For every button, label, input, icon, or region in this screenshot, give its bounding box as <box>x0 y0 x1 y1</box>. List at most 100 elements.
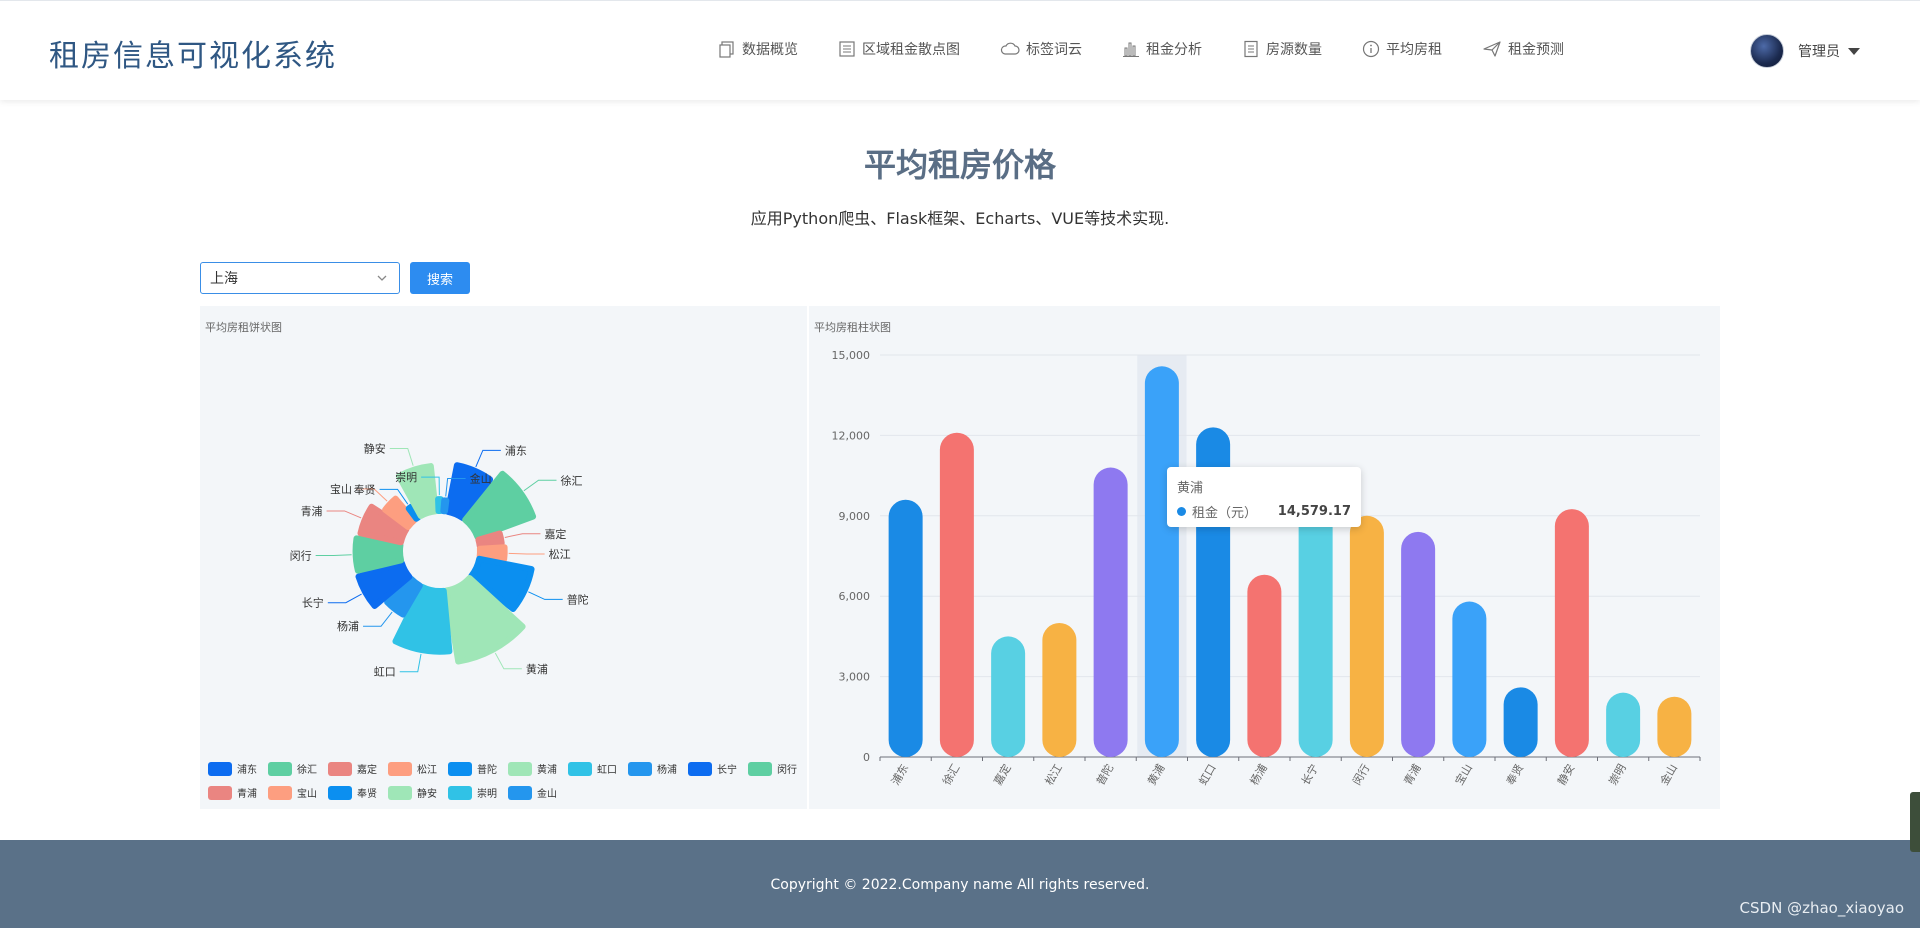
y-tick-label: 9,000 <box>839 510 871 523</box>
legend-label: 嘉定 <box>357 765 377 776</box>
watermark: CSDN @zhao_xiaoyao <box>1739 899 1904 917</box>
legend-label: 长宁 <box>717 765 737 776</box>
bar[interactable] <box>1042 623 1077 757</box>
bar[interactable] <box>1093 467 1128 757</box>
legend-label: 浦东 <box>237 765 257 776</box>
bar[interactable] <box>1554 509 1589 757</box>
nav-item-overview[interactable]: 数据概览 <box>718 39 798 59</box>
pie-label: 宝山 <box>330 482 352 496</box>
legend-label: 奉贤 <box>357 789 377 800</box>
nav-item-rent-analysis[interactable]: 租金分析 <box>1122 39 1202 59</box>
pie-label: 长宁 <box>302 596 324 610</box>
cloud-icon <box>1000 42 1020 55</box>
series-dot-icon <box>1177 507 1186 516</box>
pie-slice[interactable] <box>440 497 450 515</box>
bar[interactable] <box>1401 531 1436 757</box>
legend-item[interactable]: 奉贤 <box>328 785 377 800</box>
pie-label-line <box>399 653 422 673</box>
pie-label-line <box>315 554 352 557</box>
legend-item[interactable]: 闵行 <box>748 761 797 776</box>
bar-chart-icon <box>1123 42 1139 57</box>
caret-down-icon[interactable] <box>1848 47 1860 55</box>
x-tick-label: 松江 <box>1042 762 1065 788</box>
city-select-value: 上海 <box>210 271 238 287</box>
x-tick-label: 闵行 <box>1349 762 1372 788</box>
pie-label: 奉贤 <box>354 482 376 496</box>
bar[interactable] <box>1247 574 1282 757</box>
bar[interactable] <box>991 636 1026 757</box>
bar[interactable] <box>1657 696 1692 757</box>
copyright-text: Copyright © 2022.Company name All rights… <box>770 877 1150 893</box>
page-subtitle: 应用Python爬虫、Flask框架、Echarts、VUE等技术实现. <box>750 209 1170 228</box>
bar[interactable] <box>1606 692 1641 757</box>
legend-label: 宝山 <box>297 789 317 800</box>
nav-item-rent-forecast[interactable]: 租金预测 <box>1482 39 1564 59</box>
legend-item[interactable]: 徐汇 <box>268 761 317 776</box>
legend-swatch <box>268 785 292 800</box>
bar[interactable] <box>1452 601 1487 757</box>
user-name[interactable]: 管理员 <box>1798 41 1840 61</box>
bar[interactable] <box>1144 366 1179 757</box>
pie-label-line <box>363 611 393 627</box>
legend-item[interactable]: 松江 <box>388 761 437 776</box>
x-tick-label: 长宁 <box>1298 762 1321 788</box>
bar[interactable] <box>1298 510 1333 757</box>
side-handle[interactable] <box>1910 792 1920 852</box>
search-button[interactable]: 搜索 <box>410 262 470 294</box>
nav-item-scatter[interactable]: 区域租金散点图 <box>838 39 960 59</box>
x-tick-label: 普陀 <box>1093 762 1116 788</box>
legend-label: 松江 <box>417 765 437 776</box>
y-tick-label: 6,000 <box>839 590 871 603</box>
nav-item-average-rent[interactable]: 平均房租 <box>1362 39 1442 59</box>
legend-swatch <box>388 785 412 800</box>
nav-label: 标签词云 <box>1026 42 1082 58</box>
user-menu[interactable]: 管理员 <box>1750 34 1860 68</box>
bar[interactable] <box>1503 687 1538 757</box>
legend-item[interactable]: 黄浦 <box>508 761 557 776</box>
y-tick-label: 12,000 <box>832 429 871 442</box>
avatar[interactable] <box>1750 34 1784 68</box>
legend-item[interactable]: 浦东 <box>208 761 257 776</box>
legend-swatch <box>328 785 352 800</box>
legend-item[interactable]: 静安 <box>388 785 437 800</box>
legend-item[interactable]: 宝山 <box>268 785 317 800</box>
tooltip-title: 黄浦 <box>1177 481 1204 496</box>
nav-label: 数据概览 <box>742 42 798 58</box>
app-title[interactable]: 租房信息可视化系统 <box>49 31 337 75</box>
x-tick-label: 崇明 <box>1606 762 1628 788</box>
nav-item-wordcloud[interactable]: 标签词云 <box>1000 39 1082 59</box>
bar[interactable] <box>1349 515 1384 757</box>
bar-chart-panel: 平均房租柱状图 0 3,000 6,000 9,000 12,000 15,000 浦东 徐汇… <box>809 306 1720 809</box>
legend-item[interactable]: 嘉定 <box>328 761 377 776</box>
legend-label: 黄浦 <box>537 765 557 776</box>
legend-item[interactable]: 金山 <box>508 785 557 800</box>
legend-item[interactable]: 青浦 <box>208 785 257 800</box>
nav-item-listing-count[interactable]: 房源数量 <box>1242 39 1322 59</box>
x-tick-label: 徐汇 <box>939 762 962 788</box>
pie-label: 青浦 <box>301 505 323 518</box>
tooltip-value: 14,579.17 <box>1277 504 1351 519</box>
list-icon <box>839 41 855 57</box>
copy-icon <box>719 41 734 58</box>
tooltip-label: 租金（元） <box>1192 506 1258 521</box>
legend-swatch <box>208 785 232 800</box>
bar[interactable] <box>939 432 974 757</box>
bar[interactable] <box>888 499 923 757</box>
legend-item[interactable]: 崇明 <box>448 785 497 800</box>
pie-label: 崇明 <box>395 471 417 484</box>
legend-label: 青浦 <box>237 789 257 800</box>
page-title: 平均租房价格 <box>863 146 1056 184</box>
legend-item[interactable]: 长宁 <box>688 761 737 776</box>
legend-label: 徐汇 <box>297 765 317 776</box>
legend-label: 杨浦 <box>657 765 677 776</box>
x-tick-label: 静安 <box>1554 762 1577 788</box>
legend-item[interactable]: 杨浦 <box>628 761 677 776</box>
pie-label-line <box>475 449 501 468</box>
pie-label-line <box>528 591 563 600</box>
legend-item[interactable]: 虹口 <box>568 761 617 776</box>
city-select[interactable]: 上海 <box>200 262 400 294</box>
legend-item[interactable]: 普陀 <box>448 761 497 776</box>
footer: Copyright © 2022.Company name All rights… <box>0 840 1920 928</box>
pie-slice[interactable] <box>435 496 444 515</box>
legend-swatch <box>388 761 412 776</box>
